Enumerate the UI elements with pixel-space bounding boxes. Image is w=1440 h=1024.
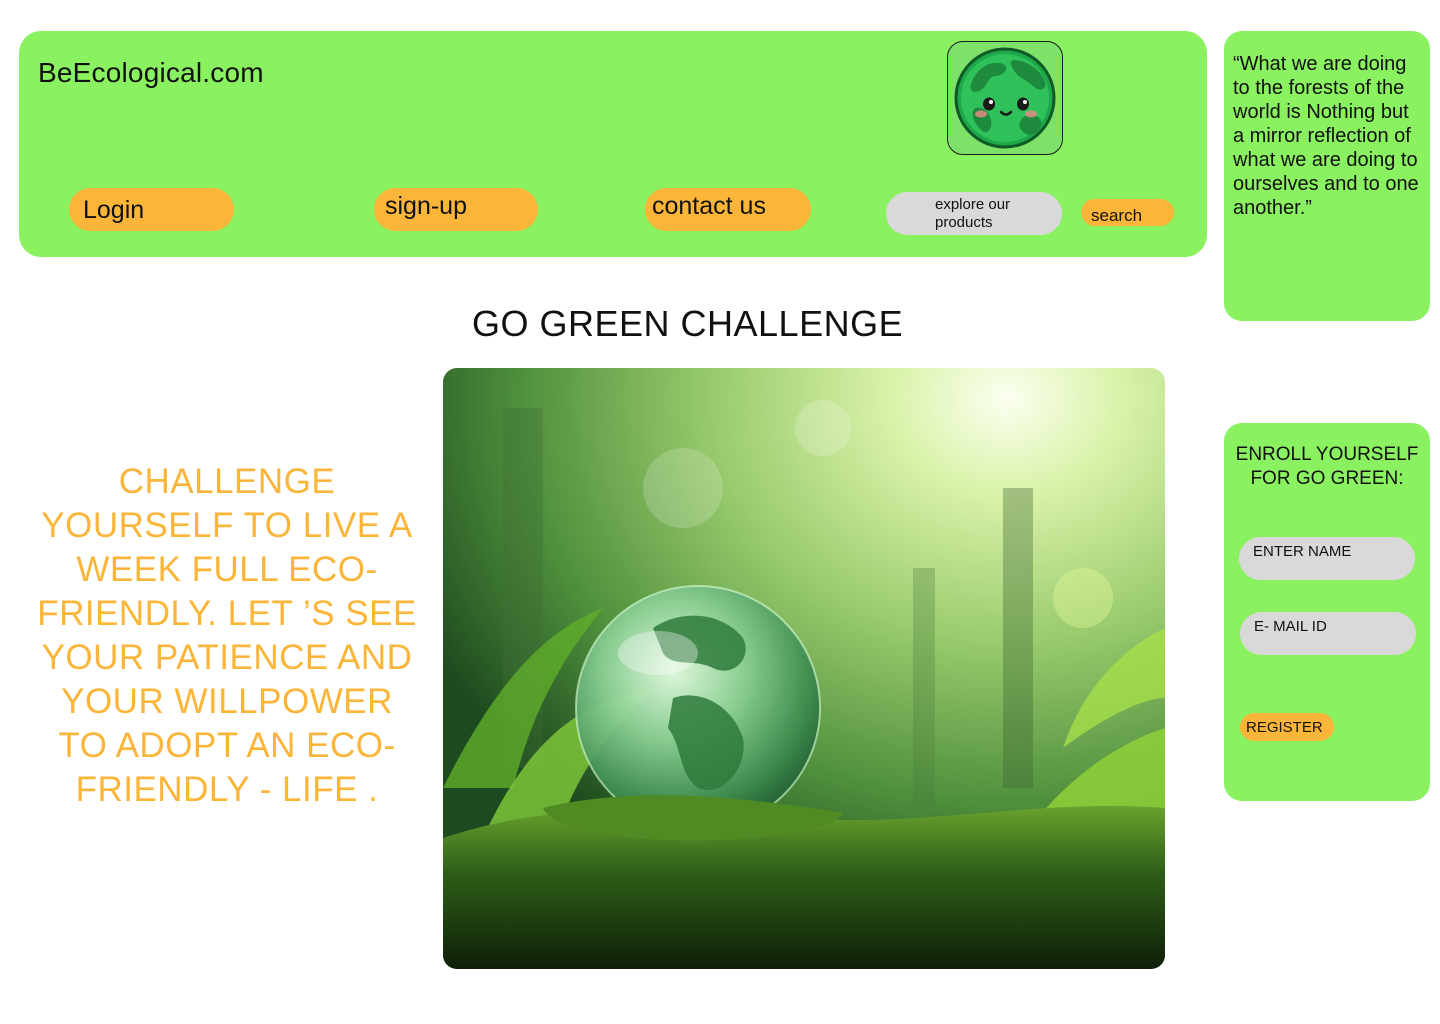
explore-label-line2: products <box>935 214 993 231</box>
explore-label-line1: explore our <box>935 196 1011 213</box>
login-button[interactable]: Login <box>69 188 234 231</box>
contact-us-button[interactable]: contact us <box>645 188 811 231</box>
search-button[interactable]: search <box>1081 199 1174 226</box>
smiling-earth-icon[interactable] <box>947 41 1063 155</box>
enroll-panel: ENROLL YOURSELF FOR GO GREEN: REGISTER <box>1224 423 1430 801</box>
smiling-earth-graphic <box>954 47 1056 149</box>
glass-globe-illustration <box>443 368 1165 969</box>
challenge-description: CHALLENGE YOURSELF TO LIVE A WEEK FULL E… <box>37 462 417 809</box>
page-title: GO GREEN CHALLENGE <box>472 303 904 344</box>
page: BeEcological.com Login sign-up contact u… <box>0 0 1440 1024</box>
name-input[interactable] <box>1239 537 1415 580</box>
header-panel: BeEcological.com Login sign-up contact u… <box>19 31 1207 257</box>
site-name[interactable]: BeEcological.com <box>38 57 264 89</box>
register-button[interactable]: REGISTER <box>1240 713 1334 741</box>
hero-image <box>443 368 1165 969</box>
enroll-title: ENROLL YOURSELF FOR GO GREEN: <box>1235 444 1419 489</box>
explore-products-button[interactable]: explore our products <box>886 192 1062 235</box>
email-input[interactable] <box>1240 612 1416 655</box>
quote-text: “What we are doing to the forests of the… <box>1233 53 1419 219</box>
signup-button[interactable]: sign-up <box>374 188 538 231</box>
quote-panel: “What we are doing to the forests of the… <box>1224 31 1430 321</box>
